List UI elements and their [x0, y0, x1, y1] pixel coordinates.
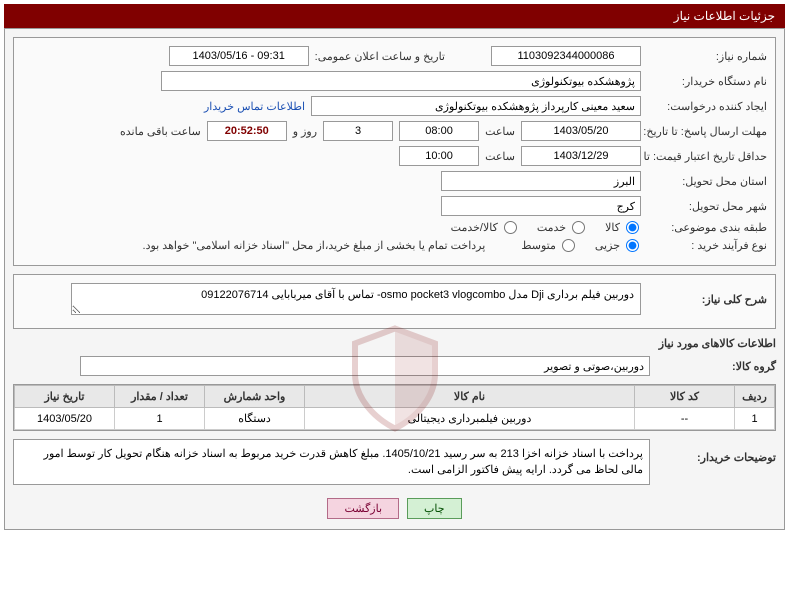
province-field[interactable]	[441, 171, 641, 191]
radio-medium[interactable]	[562, 239, 575, 252]
category-radio-group: کالا خدمت کالا/خدمت	[451, 221, 641, 234]
goods-section: شرح کلی نیاز: اطلاعات کالاهای مورد نیاز …	[13, 274, 776, 485]
city-label: شهر محل تحویل:	[647, 200, 767, 213]
deadline-date-field[interactable]	[521, 121, 641, 141]
goods-table-container: ردیف کد کالا نام کالا واحد شمارش تعداد /…	[13, 384, 776, 431]
back-button[interactable]: بازگشت	[327, 498, 399, 519]
th-name: نام کالا	[305, 386, 635, 408]
radio-service[interactable]	[572, 221, 585, 234]
th-qty: تعداد / مقدار	[115, 386, 205, 408]
deadline-time-field[interactable]	[399, 121, 479, 141]
goods-group-label: گروه کالا:	[656, 360, 776, 373]
goods-info-header: اطلاعات کالاهای مورد نیاز	[13, 337, 776, 350]
deadline-label: مهلت ارسال پاسخ: تا تاریخ:	[647, 125, 767, 138]
requester-field[interactable]	[311, 96, 641, 116]
days-left-field[interactable]	[323, 121, 393, 141]
radio-goods-label: کالا	[605, 221, 620, 234]
goods-group-field[interactable]	[80, 356, 650, 376]
button-row: چاپ بازگشت	[13, 490, 776, 521]
validity-label: حداقل تاریخ اعتبار قیمت: تا تاریخ:	[647, 150, 767, 163]
process-label: نوع فرآیند خرید :	[647, 239, 767, 252]
radio-goods[interactable]	[626, 221, 639, 234]
buyer-notes-label: توضیحات خریدار:	[656, 439, 776, 464]
radio-goods-service-label: کالا/خدمت	[451, 221, 498, 234]
radio-service-label: خدمت	[537, 221, 566, 234]
header-form: شماره نیاز: تاریخ و ساعت اعلان عمومی: نا…	[13, 37, 776, 266]
hour-label-2: ساعت	[485, 150, 515, 163]
radio-goods-service[interactable]	[504, 221, 517, 234]
radio-partial[interactable]	[626, 239, 639, 252]
validity-date-field[interactable]	[521, 146, 641, 166]
radio-partial-label: جزیی	[595, 239, 620, 252]
announce-dt-field[interactable]	[169, 46, 309, 66]
buyer-notes-box[interactable]: پرداخت با اسناد خزانه اخزا 213 به سر رسی…	[13, 439, 650, 485]
cell-qty: 1	[115, 408, 205, 430]
announce-dt-label: تاریخ و ساعت اعلان عمومی:	[315, 50, 445, 63]
goods-table: ردیف کد کالا نام کالا واحد شمارش تعداد /…	[14, 385, 775, 430]
days-and-label: روز و	[293, 125, 317, 138]
payment-note-text: پرداخت تمام یا بخشی از مبلغ خرید،از محل …	[143, 239, 486, 252]
need-no-field[interactable]	[491, 46, 641, 66]
radio-medium-label: متوسط	[521, 239, 556, 252]
hour-label-1: ساعت	[485, 125, 515, 138]
remaining-label: ساعت باقی مانده	[120, 125, 201, 138]
main-panel: شماره نیاز: تاریخ و ساعت اعلان عمومی: نا…	[4, 28, 785, 530]
table-row[interactable]: 1 -- دوربین فیلمبرداری دیجیتالی دستگاه 1…	[15, 408, 775, 430]
requester-label: ایجاد کننده درخواست:	[647, 100, 767, 113]
city-field[interactable]	[441, 196, 641, 216]
general-desc-label: شرح کلی نیاز:	[647, 293, 767, 306]
cell-code: --	[635, 408, 735, 430]
th-date: تاریخ نیاز	[15, 386, 115, 408]
page-title-bar: جزئیات اطلاعات نیاز	[4, 4, 785, 28]
cell-name: دوربین فیلمبرداری دیجیتالی	[305, 408, 635, 430]
category-label: طبقه بندی موضوعی:	[647, 221, 767, 234]
cell-date: 1403/05/20	[15, 408, 115, 430]
countdown-field	[207, 121, 287, 141]
province-label: استان محل تحویل:	[647, 175, 767, 188]
validity-time-field[interactable]	[399, 146, 479, 166]
th-row: ردیف	[735, 386, 775, 408]
desc-panel: شرح کلی نیاز:	[13, 274, 776, 329]
cell-row: 1	[735, 408, 775, 430]
need-no-label: شماره نیاز:	[647, 50, 767, 63]
cell-unit: دستگاه	[205, 408, 305, 430]
process-radio-group: جزیی متوسط	[521, 239, 641, 252]
buyer-contact-link[interactable]: اطلاعات تماس خریدار	[204, 100, 305, 113]
th-unit: واحد شمارش	[205, 386, 305, 408]
buyer-org-label: نام دستگاه خریدار:	[647, 75, 767, 88]
page-title: جزئیات اطلاعات نیاز	[674, 9, 775, 23]
buyer-org-field[interactable]	[161, 71, 641, 91]
print-button[interactable]: چاپ	[407, 498, 462, 519]
general-desc-field[interactable]	[71, 283, 641, 315]
th-code: کد کالا	[635, 386, 735, 408]
